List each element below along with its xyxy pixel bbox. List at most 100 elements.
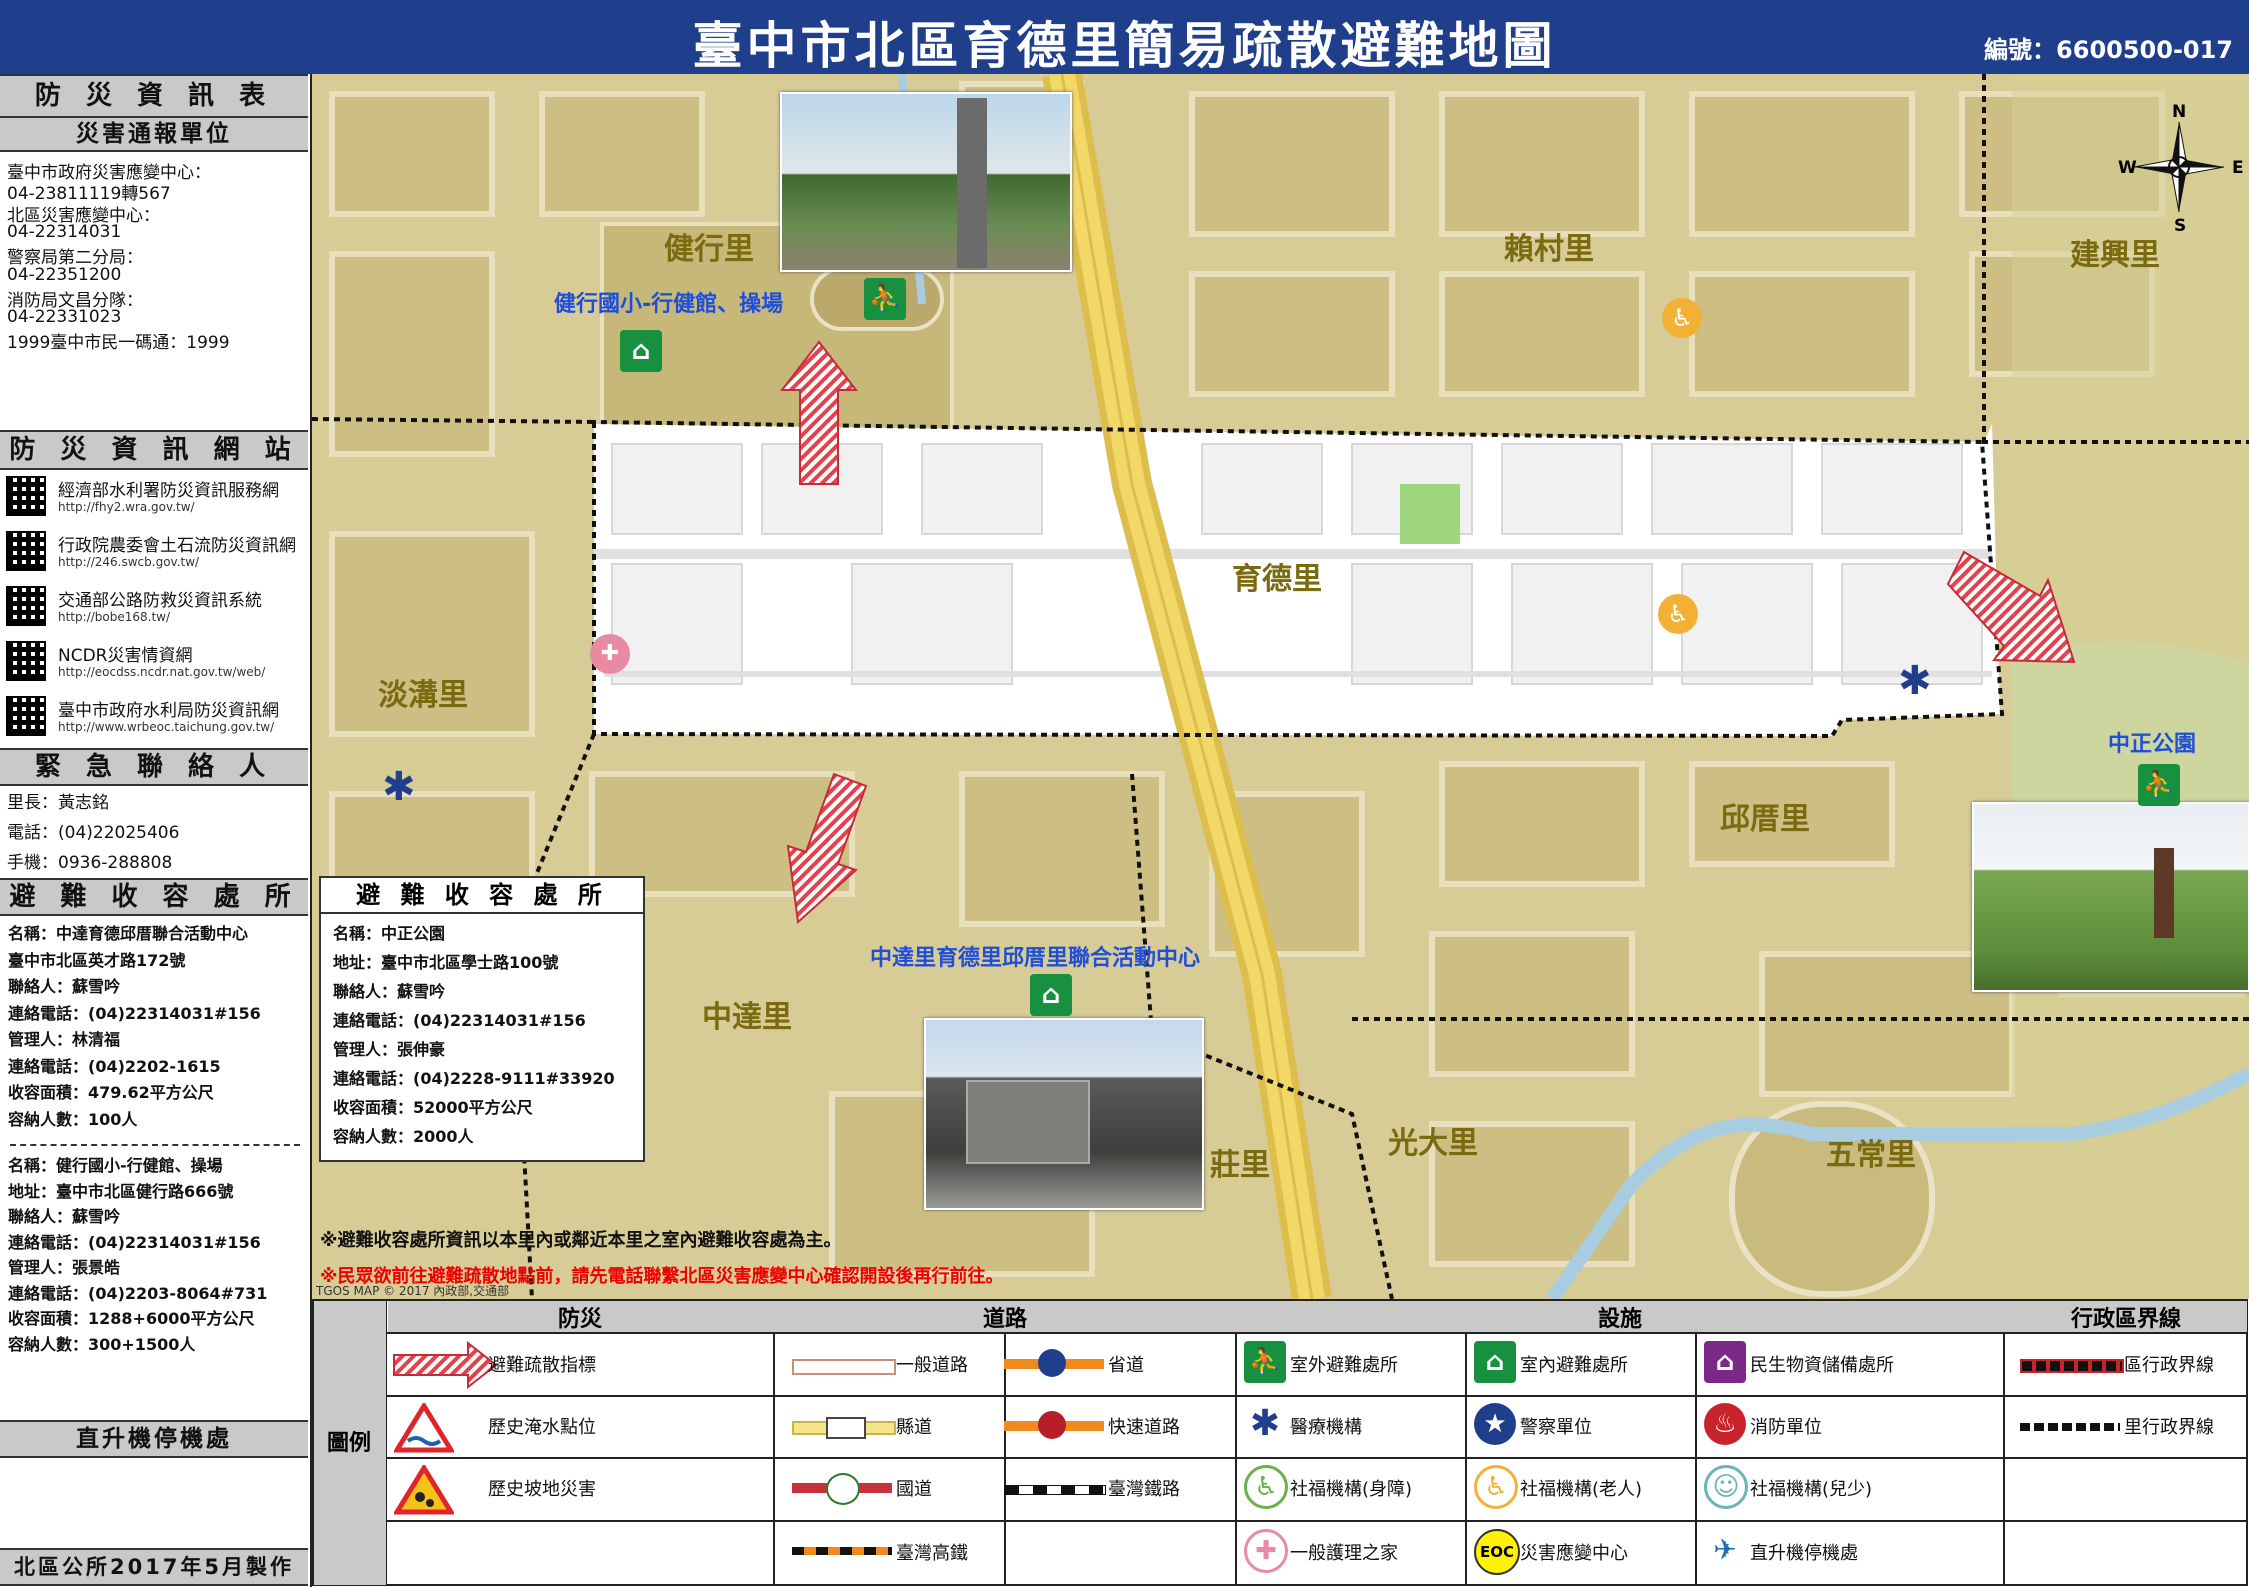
nursing-home-icon[interactable]: ✚ [590, 634, 630, 674]
elderly-welfare-icon[interactable]: ♿ [1658, 594, 1698, 634]
contact-title: 緊 急 聯 絡 人 [0, 748, 308, 786]
shelter-1-line: 連絡電話：(04)22314031#156 [8, 1003, 261, 1023]
place-wuchang: 五常里 [1826, 1138, 1916, 1173]
info-table-title: 防 災 資 訊 表 [0, 74, 308, 118]
shelter-2-line: 收容面積：1288+6000平方公尺 [8, 1309, 255, 1328]
expressway-icon [1004, 1411, 1104, 1439]
center-photo [924, 1018, 1204, 1210]
legend-col-road: 道路 [982, 1307, 1027, 1332]
indoor-shelter-icon[interactable]: ⌂ [620, 330, 662, 372]
legend-road-rail: 臺灣鐵路 [1108, 1479, 1180, 1500]
website-item[interactable]: 行政院農委會土石流防災資訊網 http://246.swcb.gov.tw/ [6, 531, 306, 581]
shelter-2-line: 名稱：健行國小-行健館、操場 [8, 1156, 223, 1175]
outdoor-shelter-icon[interactable]: ⛹ [864, 278, 906, 320]
website-url[interactable]: http://bobe168.tw/ [58, 610, 170, 624]
legend-medical: 醫療機構 [1290, 1417, 1362, 1438]
legend-outdoor: 室外避難處所 [1290, 1355, 1398, 1376]
eoc-icon: EOC [1474, 1529, 1520, 1575]
evac-arrow-east [1946, 550, 2076, 664]
qr-code-icon [6, 586, 46, 626]
shelter-1-line: 連絡電話：(04)2202-1615 [8, 1056, 221, 1076]
shelter-1-line: 管理人：林清福 [8, 1030, 121, 1049]
outdoor-shelter-icon[interactable]: ⛹ [2138, 764, 2180, 806]
legend-indoor: 室內避難處所 [1520, 1355, 1628, 1376]
report-line: 1999臺中市民一碼通：1999 [7, 333, 230, 354]
compass-icon [2133, 121, 2225, 213]
landslide-icon [394, 1465, 454, 1515]
page-title: 臺中市北區育德里簡易疏散避難地圖 [692, 17, 1557, 75]
compass-w: W [2118, 158, 2137, 178]
place-jianxing: 健行里 [664, 232, 754, 267]
hsr-icon [792, 1547, 892, 1555]
website-item[interactable]: 經濟部水利署防災資訊服務網 http://fhy2.wra.gov.tw/ [6, 476, 306, 526]
contact-line: 里長：黃志銘 [7, 793, 109, 813]
national-road-shield [826, 1473, 860, 1505]
note-warning: ※民眾欲前往避難疏散地點前，請先電話聯繫北區災害應變中心確認開設後再行前往。 [320, 1266, 1004, 1287]
website-url[interactable]: http://246.swcb.gov.tw/ [58, 555, 199, 569]
county-road-shield [826, 1417, 866, 1439]
legend-welfare-child: 社福機構(兒少) [1750, 1479, 1873, 1500]
park-shelter-line: 收容面積：52000平方公尺 [333, 1098, 533, 1117]
legend-fire: 消防單位 [1750, 1417, 1822, 1438]
qr-code-icon [6, 531, 46, 571]
indoor-shelter-icon: ⌂ [1474, 1341, 1516, 1383]
website-url[interactable]: http://eocdss.ncdr.nat.gov.tw/web/ [58, 665, 265, 679]
legend-welfare-disabled: 社福機構(身障) [1290, 1479, 1413, 1500]
national-road-icon [792, 1473, 892, 1505]
medical-icon[interactable]: ✱ [382, 764, 416, 810]
shelter-title: 避 難 收 容 處 所 [0, 878, 308, 916]
shelter-2-line: 連絡電話：(04)22314031#156 [8, 1232, 261, 1252]
legend-welfare-elder: 社福機構(老人) [1520, 1479, 1643, 1500]
website-item[interactable]: NCDR災害情資網 http://eocdss.ncdr.nat.gov.tw/w… [6, 641, 306, 691]
legend-nursing: 一般護理之家 [1290, 1543, 1398, 1564]
medical-icon: ✱ [1244, 1403, 1286, 1445]
park-shelter-line: 聯絡人：蘇雪吟 [333, 982, 446, 1001]
website-item[interactable]: 臺中市政府水利局防災資訊網 http://www.wrbeoc.taichung.… [6, 696, 306, 746]
compass-e: E [2232, 158, 2244, 178]
place-tangou: 淡溝里 [378, 678, 468, 713]
report-line: 04-22331023 [7, 307, 122, 328]
indoor-shelter-icon[interactable]: ⌂ [1030, 974, 1072, 1016]
websites-title: 防 災 資 訊 網 站 [0, 430, 308, 470]
website-name: NCDR災害情資網 [58, 646, 193, 666]
header-bar: 臺中市北區育德里簡易疏散避難地圖 編號：6600500-017 [0, 0, 2249, 77]
fire-station-icon: ♨ [1704, 1403, 1746, 1445]
shelter-2-line: 容納人數：300+1500人 [8, 1334, 196, 1354]
legend-heli: 直升機停機處 [1750, 1543, 1858, 1564]
qr-code-icon [6, 641, 46, 681]
website-name: 交通部公路防救災資訊系統 [58, 591, 262, 611]
website-name: 行政院農委會土石流防災資訊網 [58, 536, 296, 556]
school-photo [780, 92, 1072, 272]
park-shelter-title: 避 難 收 容 處 所 [321, 878, 643, 914]
legend-road-provincial: 省道 [1108, 1355, 1144, 1376]
label-park: 中正公園 [2108, 732, 2197, 757]
evac-arrow-icon [393, 1341, 498, 1389]
county-road-icon [792, 1417, 896, 1439]
report-line: 04-22314031 [7, 221, 122, 242]
compass-n: N [2172, 102, 2187, 122]
place-zhuang: 莊里 [1210, 1148, 1270, 1183]
qr-code-icon [6, 476, 46, 516]
park-shelter-box: 避 難 收 容 處 所 名稱：中正公園 地址：臺中市北區學士路100號 聯絡人：蘇雪… [319, 876, 645, 1162]
helipad-title: 直升機停機處 [0, 1420, 308, 1458]
label-school-shelter: 健行國小-行健館、操場 [554, 292, 784, 317]
elderly-welfare-icon[interactable]: ♿ [1662, 298, 1702, 338]
website-name: 臺中市政府水利局防災資訊網 [58, 701, 279, 721]
compass-rose: N W E S [2118, 102, 2244, 236]
medical-icon[interactable]: ✱ [1898, 658, 1932, 704]
legend-col-admin: 行政區界線 [2070, 1307, 2181, 1332]
website-item[interactable]: 交通部公路防救災資訊系統 http://bobe168.tw/ [6, 586, 306, 636]
website-url[interactable]: http://www.wrbeoc.taichung.gov.tw/ [58, 720, 274, 734]
qr-code-icon [6, 696, 46, 736]
label-center: 中達里育德里邱厝里聯合活動中心 [870, 946, 1201, 971]
general-road-icon [792, 1359, 896, 1375]
shelter-1-line: 容納人數：100人 [8, 1109, 138, 1129]
district-line-icon [2020, 1359, 2124, 1373]
legend-road-county: 縣道 [896, 1417, 932, 1438]
website-url[interactable]: http://fhy2.wra.gov.tw/ [58, 500, 195, 514]
nursing-home-icon: ✚ [1244, 1529, 1288, 1573]
park-shelter-line: 連絡電話：(04)2228-9111#33920 [333, 1069, 615, 1088]
shelter-2-line: 連絡電話：(04)2203-8064#731 [8, 1283, 268, 1303]
elderly-welfare-icon: ♿ [1474, 1465, 1518, 1509]
railway-icon [1004, 1485, 1106, 1495]
